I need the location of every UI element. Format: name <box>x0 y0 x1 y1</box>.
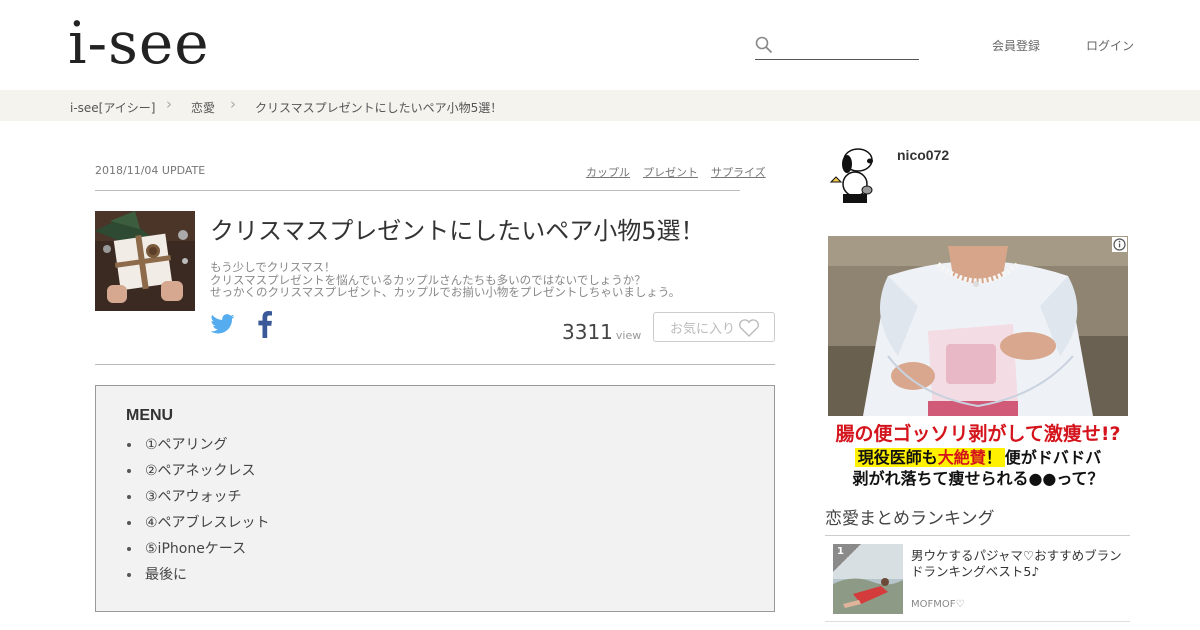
ad-image <box>828 236 1128 416</box>
ranking-item[interactable]: 1 男ウケするパジャマ♡おすすめブランドランキングベスト5♪ MOFMOF♡ <box>825 536 1130 622</box>
breadcrumb-current: クリスマスプレゼントにしたいペア小物5選！ <box>255 101 503 115</box>
toc-item-label: ④ペアブレスレット <box>145 515 270 531</box>
breadcrumb-separator: › <box>166 95 172 113</box>
advertisement[interactable]: 腸の便ゴッソリ剥がして激痩せ!? 現役医師も大絶賛！ 便がドバドバ 剥がれ落ちて痩… <box>828 236 1128 486</box>
article-tags: カップル プレゼント サプライズ <box>586 164 776 180</box>
favorite-button[interactable]: お気に入り <box>653 312 775 342</box>
toc-item-label: ⑤iPhoneケース <box>145 541 247 557</box>
login-link[interactable]: ログイン <box>1086 37 1134 54</box>
info-icon[interactable] <box>1112 237 1127 252</box>
ranking-heading: 恋愛まとめランキング <box>825 509 995 529</box>
tag-link[interactable]: プレゼント <box>643 166 698 179</box>
lead-line: せっかくのクリスマスプレゼント、カップルでお揃い小物をプレゼントしちゃいましょう… <box>210 285 681 299</box>
ad-headline: 腸の便ゴッソリ剥がして激痩せ!? <box>835 423 1121 445</box>
bullet <box>127 573 131 577</box>
search-icon[interactable] <box>755 36 773 54</box>
toc-item-label: ③ペアウォッチ <box>145 489 242 505</box>
toc-item[interactable]: ①ペアリング <box>126 434 270 460</box>
author-avatar[interactable] <box>825 146 885 206</box>
toc-list: ①ペアリング ②ペアネックレス ③ペアウォッチ ④ペアブレスレット ⑤iPhon… <box>126 434 270 590</box>
article-title: クリスマスプレゼントにしたいペア小物5選！ <box>210 217 705 245</box>
breadcrumb-home[interactable]: i-see[アイシー] <box>70 99 155 116</box>
breadcrumb-category[interactable]: 恋愛 <box>191 99 215 116</box>
favorite-label: お気に入り <box>670 321 736 337</box>
bullet <box>127 521 131 525</box>
tag-link[interactable]: サプライズ <box>711 166 766 179</box>
toc-item[interactable]: ⑤iPhoneケース <box>126 538 270 564</box>
tag-link[interactable]: カップル <box>586 166 630 179</box>
facebook-icon[interactable] <box>258 311 272 338</box>
divider <box>95 190 740 191</box>
toc-title: MENU <box>126 407 174 424</box>
view-count-number: 3311 <box>562 320 613 344</box>
article-lead: もう少しでクリスマス！ クリスマスプレゼントを悩んでいるカップルさんたちも多いの… <box>210 261 770 299</box>
view-count-label: view <box>615 329 642 342</box>
ranking-item-author: MOFMOF♡ <box>911 599 965 610</box>
article-date: 2018/11/04 UPDATE <box>95 164 206 177</box>
table-of-contents: MENU ①ペアリング ②ペアネックレス ③ペアウォッチ ④ペアブレスレット ⑤… <box>95 385 775 612</box>
search-input[interactable] <box>779 34 917 56</box>
site-logo[interactable]: i-see <box>68 14 210 72</box>
bullet <box>127 469 131 473</box>
ranking-item-title[interactable]: 男ウケするパジャマ♡おすすめブランドランキングベスト5♪ <box>911 548 1127 580</box>
lead-line: もう少しでクリスマス！ <box>210 260 336 274</box>
bullet <box>127 495 131 499</box>
rank-number: 1 <box>837 546 844 557</box>
toc-item[interactable]: ②ペアネックレス <box>126 460 270 486</box>
toc-item[interactable]: 最後に <box>126 564 270 590</box>
twitter-icon[interactable] <box>210 314 235 334</box>
heart-icon <box>739 319 759 337</box>
toc-item-label: ②ペアネックレス <box>145 463 256 479</box>
bullet <box>127 443 131 447</box>
author-name[interactable]: nico072 <box>897 147 949 163</box>
toc-item-label: 最後に <box>145 567 187 583</box>
divider <box>95 364 775 365</box>
breadcrumb-separator: › <box>230 95 236 113</box>
ad-subline: 剥がれ落ちて痩せられる●●って？ <box>852 469 1104 486</box>
search-box <box>755 32 919 60</box>
ranking-thumbnail: 1 <box>833 544 903 614</box>
bullet <box>127 547 131 551</box>
toc-item[interactable]: ③ペアウォッチ <box>126 486 270 512</box>
site-header: i-see 会員登録 ログイン <box>0 0 1200 90</box>
view-count: 3311 view <box>562 320 641 344</box>
register-link[interactable]: 会員登録 <box>992 37 1040 54</box>
breadcrumb: i-see[アイシー] › 恋愛 › クリスマスプレゼントにしたいペア小物5選！ <box>0 90 1200 121</box>
toc-item[interactable]: ④ペアブレスレット <box>126 512 270 538</box>
article-thumbnail <box>95 211 195 311</box>
toc-item-label: ①ペアリング <box>145 437 228 453</box>
